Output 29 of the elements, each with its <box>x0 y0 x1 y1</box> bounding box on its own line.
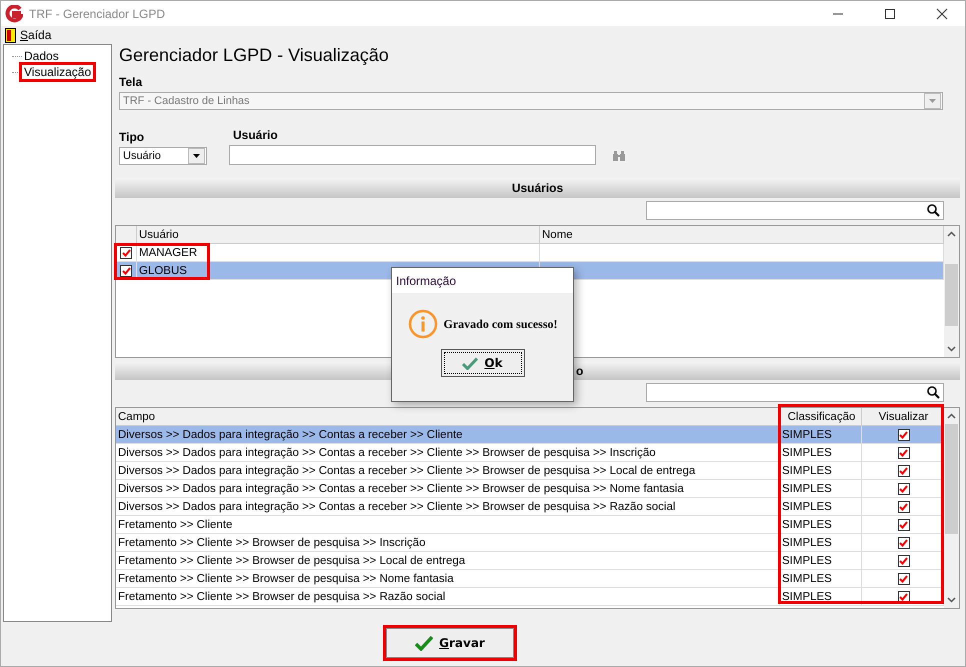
table-cell: Fretamento >> Cliente >> Browser de pesquisa >> Inscrição <box>116 534 780 551</box>
table-cell: SIMPLES <box>780 588 862 605</box>
table-cell: SIMPLES <box>780 498 862 515</box>
section-header: Usuários <box>115 178 960 198</box>
table-cell: SIMPLES <box>780 444 862 461</box>
table-cell: Fretamento >> Cliente >> Browser de pesquisa >> Razão social <box>116 588 780 605</box>
dialog-title: Informação <box>392 268 573 293</box>
table-cell: SIMPLES <box>780 552 862 569</box>
table-cell: MANAGER <box>137 244 540 261</box>
table-cell: SIMPLES <box>780 480 862 497</box>
table-cell: Fretamento >> Cliente <box>116 516 780 533</box>
field-label: Usuário <box>233 128 279 142</box>
table-cell: SIMPLES <box>780 534 862 551</box>
table-cell: Diversos >> Dados para integração >> Contas a receber >> Cliente <box>116 426 780 443</box>
page-title: Gerenciador LGPD - Visualização <box>119 45 390 67</box>
table-cell: Fretamento >> Cliente >> Browser de pesquisa >> Local de entrega <box>116 552 780 569</box>
table-cell: Diversos >> Dados para integração >> Contas a receber >> Cliente >> Browser de pesquisa >> Razão social <box>116 498 780 515</box>
table-cell: SIMPLES <box>780 570 862 587</box>
table-cell: Diversos >> Dados para integração >> Contas a receber >> Cliente >> Browser de pesquisa >> Local de entrega <box>116 462 780 479</box>
table-cell: Fretamento >> Cliente >> Browser de pesquisa >> Nome fantasia <box>116 570 780 587</box>
table-cell: SIMPLES <box>780 426 862 443</box>
window-title: TRF - Gerenciador LGPD <box>29 6 166 20</box>
table-cell: SIMPLES <box>780 462 862 479</box>
table-cell: SIMPLES <box>780 516 862 533</box>
dialog-message: Gravado com sucesso! <box>444 316 558 332</box>
table-cell: Diversos >> Dados para integração >> Contas a receber >> Cliente >> Browser de pesquisa >> Nome fantasia <box>116 480 780 497</box>
table-cell: Diversos >> Dados para integração >> Contas a receber >> Cliente >> Browser de pesquisa >> Inscrição <box>116 444 780 461</box>
field-label: Tela <box>119 75 144 89</box>
field-label: Tipo <box>119 130 146 144</box>
